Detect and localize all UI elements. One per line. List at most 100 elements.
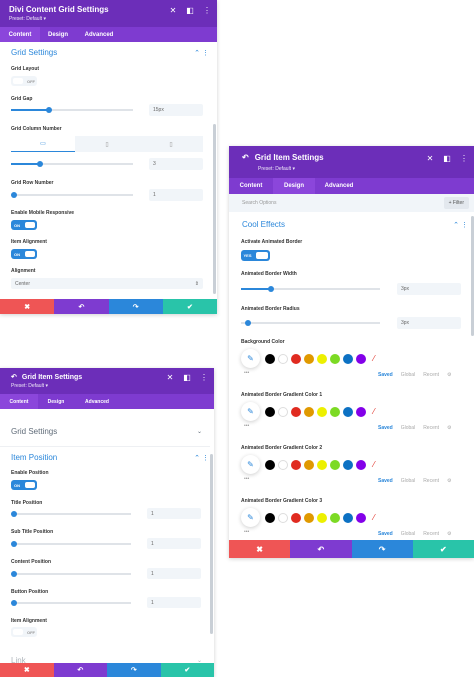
scrollbar[interactable] — [210, 454, 213, 634]
alignment-select[interactable]: Center ⇕ — [11, 278, 203, 289]
section-cool-effects[interactable]: Cool Effects ⌃ ⋮ — [242, 220, 468, 229]
color-swatch[interactable] — [330, 460, 340, 470]
color-swatch[interactable] — [317, 460, 327, 470]
title-position-input[interactable]: 1 — [147, 508, 201, 519]
back-arrow-icon[interactable]: ↶ — [11, 374, 17, 381]
gear-icon[interactable]: ⚙ — [447, 425, 451, 431]
palette-tab-saved[interactable]: Saved — [378, 478, 393, 484]
save-button[interactable]: ✔ — [162, 299, 217, 314]
content-position-input[interactable]: 1 — [147, 568, 201, 579]
split-icon[interactable]: ◧ — [186, 6, 194, 15]
palette-tab-recent[interactable]: Recent — [423, 478, 439, 484]
gear-icon[interactable]: ⚙ — [447, 372, 451, 378]
more-icon[interactable]: ⋮ — [200, 373, 208, 382]
palette-tab-global[interactable]: Global — [401, 531, 415, 537]
undo-button[interactable]: ↶ — [54, 299, 109, 314]
cancel-button[interactable]: ✖ — [229, 540, 291, 558]
border-width-slider[interactable] — [241, 284, 380, 294]
color-swatch[interactable] — [278, 407, 288, 417]
color-swatch[interactable] — [317, 407, 327, 417]
enable-mobile-toggle[interactable]: ON — [11, 220, 37, 230]
tab-design[interactable]: Design — [38, 394, 74, 409]
save-button[interactable]: ✔ — [412, 540, 474, 558]
tab-advanced[interactable]: Advanced — [76, 27, 122, 42]
color-swatch[interactable] — [330, 354, 340, 364]
scrollbar[interactable] — [213, 124, 216, 294]
grid-column-slider[interactable] — [11, 159, 133, 169]
color-swatch[interactable] — [291, 407, 301, 417]
tab-design[interactable]: Design — [40, 27, 76, 42]
preset-selector[interactable]: Preset: Default ▾ — [258, 166, 295, 172]
more-dots-icon[interactable]: ••• — [244, 370, 249, 376]
grid-row-slider[interactable] — [11, 190, 133, 200]
border-radius-input[interactable]: 3px — [397, 317, 461, 329]
slider-handle[interactable] — [11, 192, 17, 198]
tab-content[interactable]: Content — [0, 27, 40, 42]
color-swatch[interactable] — [278, 513, 288, 523]
more-icon[interactable]: ⋮ — [202, 455, 209, 462]
slider-handle[interactable] — [11, 571, 17, 577]
palette-tab-recent[interactable]: Recent — [423, 372, 439, 378]
subtitle-position-input[interactable]: 1 — [147, 538, 201, 549]
slider-handle[interactable] — [245, 320, 251, 326]
palette-tab-global[interactable]: Global — [401, 425, 415, 431]
section-grid-settings-collapsed[interactable]: Grid Settings ⌄ — [11, 427, 202, 436]
slider-handle[interactable] — [37, 161, 43, 167]
chevron-up-icon[interactable]: ⌃ — [453, 222, 459, 229]
color-swatch[interactable] — [265, 460, 275, 470]
redo-button[interactable]: ↷ — [107, 663, 161, 677]
slider-handle[interactable] — [11, 600, 17, 606]
section-item-position[interactable]: Item Position ⌃ ⋮ — [11, 453, 209, 462]
tab-advanced[interactable]: Advanced — [74, 394, 120, 409]
color-swatch[interactable] — [330, 513, 340, 523]
color-swatch[interactable] — [265, 513, 275, 523]
back-arrow-icon[interactable]: ↶ — [242, 153, 249, 162]
eyedropper-icon[interactable]: ✎ — [241, 508, 260, 527]
preset-selector[interactable]: Preset: Default ▾ — [11, 383, 48, 389]
palette-tab-recent[interactable]: Recent — [423, 425, 439, 431]
more-icon[interactable]: ⋮ — [460, 154, 468, 163]
color-swatch[interactable] — [291, 354, 301, 364]
slider-handle[interactable] — [268, 286, 274, 292]
tab-advanced[interactable]: Advanced — [315, 178, 363, 194]
undo-button[interactable]: ↶ — [290, 540, 352, 558]
preset-selector[interactable]: Preset: Default ▾ — [9, 16, 46, 22]
palette-tab-saved[interactable]: Saved — [378, 425, 393, 431]
close-icon[interactable]: ✕ — [169, 6, 177, 15]
color-swatch[interactable] — [291, 513, 301, 523]
redo-button[interactable]: ↷ — [351, 540, 413, 558]
no-color-icon[interactable]: ⁄ — [369, 407, 379, 417]
content-position-slider[interactable] — [11, 569, 131, 579]
slider-handle[interactable] — [46, 107, 52, 113]
save-button[interactable]: ✔ — [160, 663, 214, 677]
title-position-slider[interactable] — [11, 509, 131, 519]
gear-icon[interactable]: ⚙ — [447, 531, 451, 537]
gear-icon[interactable]: ⚙ — [447, 478, 451, 484]
close-icon[interactable]: ✕ — [166, 373, 174, 382]
color-swatch[interactable] — [304, 407, 314, 417]
eyedropper-icon[interactable]: ✎ — [241, 402, 260, 421]
color-swatch[interactable] — [343, 407, 353, 417]
chevron-up-icon[interactable]: ⌃ — [194, 50, 200, 57]
no-color-icon[interactable]: ⁄ — [369, 513, 379, 523]
no-color-icon[interactable]: ⁄ — [369, 460, 379, 470]
split-icon[interactable]: ◧ — [443, 154, 451, 163]
palette-tab-saved[interactable]: Saved — [378, 372, 393, 378]
search-input[interactable]: Search Options — [242, 200, 276, 206]
color-swatch[interactable] — [291, 460, 301, 470]
border-width-input[interactable]: 3px — [397, 283, 461, 295]
more-dots-icon[interactable]: ••• — [244, 423, 249, 429]
color-swatch[interactable] — [317, 513, 327, 523]
redo-button[interactable]: ↷ — [108, 299, 163, 314]
item-alignment-toggle[interactable]: OFF — [11, 627, 37, 637]
split-icon[interactable]: ◧ — [183, 373, 191, 382]
tab-content[interactable]: Content — [0, 394, 38, 409]
slider-handle[interactable] — [11, 541, 17, 547]
no-color-icon[interactable]: ⁄ — [369, 354, 379, 364]
color-swatch[interactable] — [265, 354, 275, 364]
enable-position-toggle[interactable]: ON — [11, 480, 37, 490]
tab-content[interactable]: Content — [229, 178, 273, 194]
more-dots-icon[interactable]: ••• — [244, 529, 249, 535]
subtitle-position-slider[interactable] — [11, 539, 131, 549]
activate-border-toggle[interactable]: YES — [241, 250, 270, 261]
